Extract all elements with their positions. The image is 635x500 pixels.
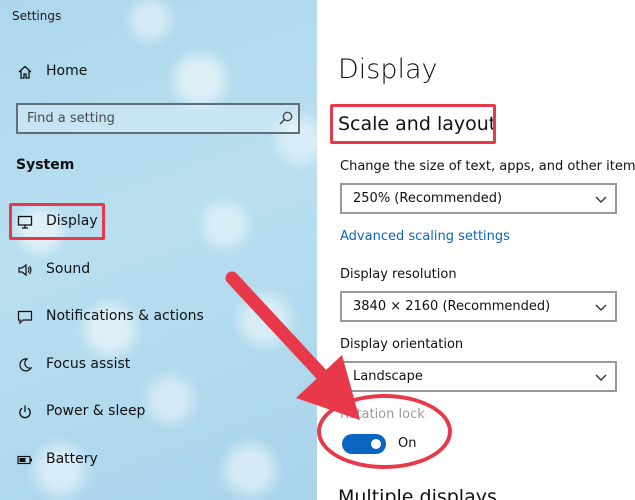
annotation-box-display xyxy=(9,203,105,240)
sidebar-item-power-sleep[interactable]: Power & sleep xyxy=(0,397,317,427)
sidebar-item-label: Focus assist xyxy=(46,356,131,372)
speaker-icon xyxy=(17,262,33,278)
sidebar-item-sound[interactable]: Sound xyxy=(0,255,317,285)
section-heading-multiple-displays: Multiple displays xyxy=(338,486,497,500)
chevron-down-icon xyxy=(595,371,607,383)
annotation-circle-rotation-lock xyxy=(317,394,452,469)
orientation-value: Landscape xyxy=(353,369,423,384)
display-settings-panel: Display Scale and layout Change the size… xyxy=(317,0,635,500)
sidebar-item-label: Sound xyxy=(46,261,91,277)
message-icon xyxy=(17,309,33,325)
section-label-system: System xyxy=(16,157,75,173)
page-title: Display xyxy=(338,54,438,85)
settings-sidebar: Settings Home System Display Sound Notif… xyxy=(0,0,317,500)
sidebar-item-focus-assist[interactable]: Focus assist xyxy=(0,350,317,380)
search-input[interactable] xyxy=(16,103,300,134)
sidebar-item-label: Battery xyxy=(46,451,98,467)
sidebar-item-label: Notifications & actions xyxy=(46,308,204,324)
sidebar-item-label: Power & sleep xyxy=(46,403,146,419)
sidebar-item-notifications[interactable]: Notifications & actions xyxy=(0,302,317,332)
window-title: Settings xyxy=(12,9,62,23)
orientation-label: Display orientation xyxy=(340,337,464,352)
sidebar-item-home[interactable]: Home xyxy=(0,57,317,87)
scale-value: 250% (Recommended) xyxy=(353,191,503,206)
scale-label: Change the size of text, apps, and other… xyxy=(340,159,635,174)
battery-icon xyxy=(17,452,33,468)
resolution-label: Display resolution xyxy=(340,267,457,282)
annotation-box-scale-layout xyxy=(330,104,496,144)
advanced-scaling-link[interactable]: Advanced scaling settings xyxy=(340,229,510,244)
moon-icon xyxy=(17,357,33,373)
home-icon xyxy=(17,64,33,80)
orientation-dropdown[interactable]: Landscape xyxy=(340,361,617,392)
sidebar-item-label: Home xyxy=(46,63,88,79)
chevron-down-icon xyxy=(595,301,607,313)
chevron-down-icon xyxy=(595,193,607,205)
sidebar-item-battery[interactable]: Battery xyxy=(0,445,317,475)
resolution-value: 3840 × 2160 (Recommended) xyxy=(353,299,551,314)
search-icon[interactable] xyxy=(278,110,294,126)
scale-dropdown[interactable]: 250% (Recommended) xyxy=(340,183,617,214)
power-icon xyxy=(17,404,33,420)
resolution-dropdown[interactable]: 3840 × 2160 (Recommended) xyxy=(340,291,617,322)
